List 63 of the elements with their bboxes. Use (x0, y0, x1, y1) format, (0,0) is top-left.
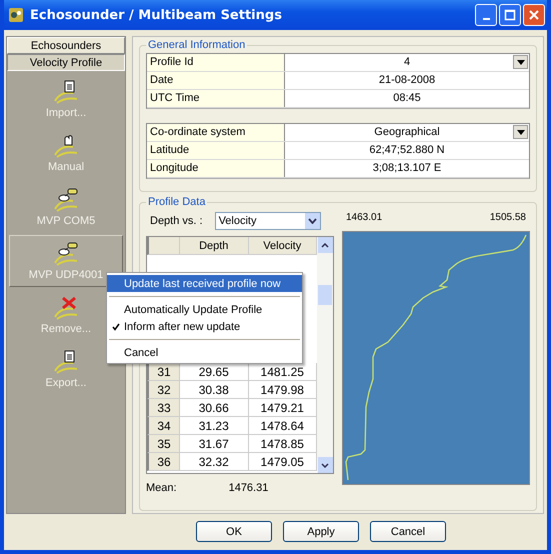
property-label: UTC Time (147, 90, 285, 107)
minimize-icon (482, 18, 490, 20)
sidebar-tab[interactable]: Velocity Profile (7, 54, 125, 71)
dialog-button[interactable]: OK (196, 521, 272, 542)
scrollbar[interactable] (317, 237, 333, 473)
mean-label: Mean: (146, 482, 177, 494)
property-value: 21-08-2008 (378, 73, 436, 88)
scrollbar-thumb[interactable] (318, 285, 332, 305)
column-header (147, 237, 180, 255)
curve-chat-icon (53, 187, 79, 213)
dropdown-button[interactable] (304, 213, 320, 229)
dropdown-button[interactable] (513, 55, 528, 69)
maximize-icon (504, 9, 516, 21)
mean-value: 1476.31 (228, 482, 268, 494)
curve-chat-icon (53, 241, 79, 267)
table-cell: 31.23 (180, 417, 248, 435)
maximize-button[interactable] (499, 4, 521, 26)
group-title: Profile Data (147, 196, 206, 208)
dialog-button[interactable]: Cancel (370, 521, 446, 542)
property-value: 08:45 (392, 91, 422, 106)
minimize-button[interactable] (475, 4, 497, 26)
app-icon (8, 7, 24, 23)
close-icon (528, 9, 540, 21)
property-label: Date (147, 72, 285, 89)
row-header: 35 (147, 435, 180, 453)
dropdown-button[interactable] (513, 125, 528, 139)
property-value[interactable]: 4 (285, 54, 529, 71)
plot-max-value: 1505.58 (490, 212, 526, 223)
property-value: 3;08;13.107 E (372, 161, 442, 176)
column-header[interactable]: Velocity (248, 237, 317, 255)
depth-vs-dropdown[interactable]: Velocity (214, 212, 321, 230)
caret-icon (308, 218, 317, 224)
table-cell: 30.38 (180, 381, 248, 399)
column-header[interactable]: Depth (180, 237, 248, 255)
curve-cross-icon (53, 295, 79, 321)
caret-icon (516, 60, 524, 64)
row-header: 31 (147, 363, 180, 381)
checkmark-icon (112, 322, 120, 330)
caret-icon (516, 130, 524, 134)
sidebar-tab[interactable]: Echosounders (7, 37, 125, 54)
curve-document-icon (53, 349, 79, 375)
table-cell: 31.67 (180, 435, 248, 453)
property-label: Latitude (147, 142, 285, 159)
curve-hand-icon (53, 133, 79, 159)
dialog-button[interactable]: Apply (283, 521, 359, 542)
plot-min-value: 1463.01 (346, 212, 382, 223)
row-header: 32 (147, 381, 180, 399)
curve-document-icon (53, 79, 79, 105)
window-title: Echosounder / Multibeam Settings (30, 8, 283, 22)
table-cell: 32.32 (180, 453, 248, 471)
row-header: 36 (147, 453, 180, 471)
property-label: Profile Id (147, 54, 285, 71)
close-button[interactable] (523, 4, 545, 26)
table-cell: 30.66 (180, 399, 248, 417)
property-label: Longitude (147, 160, 285, 177)
property-value: 62;47;52.880 N (368, 143, 446, 158)
menu-item[interactable]: Update last received profile now (107, 275, 302, 292)
depth-vs-label: Depth vs. : (150, 215, 203, 227)
row-header: 34 (147, 417, 180, 435)
row-header: 33 (147, 399, 180, 417)
property-label: Co-ordinate system (147, 124, 285, 141)
property-value[interactable]: Geographical (285, 124, 529, 141)
group-title: General Information (147, 39, 246, 51)
